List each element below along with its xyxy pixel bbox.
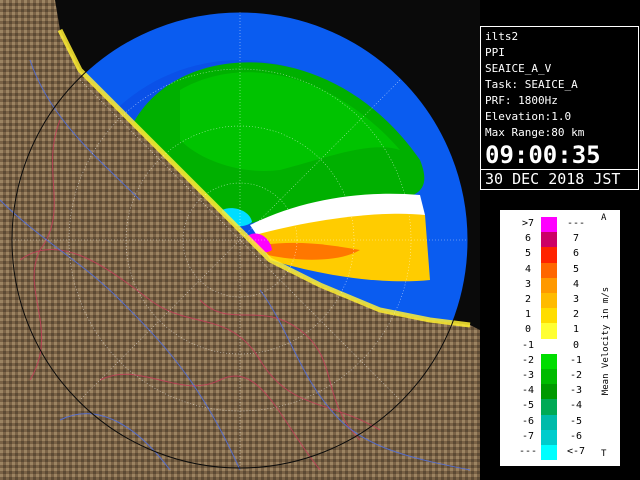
legend-lower-label: -3 [521, 370, 535, 381]
legend-lower-label: -6 [521, 415, 535, 427]
legend-lower-label: -5 [521, 400, 535, 412]
legend-lower-label: -2 [521, 354, 535, 366]
legend-swatch [541, 217, 557, 233]
legend-title-wrap: Mean Velocity in m/s [597, 251, 615, 431]
legend-lower-label: -4 [521, 385, 535, 397]
legend-upper-label: --- [566, 218, 586, 229]
legend-swatch [541, 399, 557, 415]
legend-upper-label: 3 [572, 294, 580, 305]
legend-swatch [541, 262, 557, 278]
legend-swatch [541, 445, 557, 461]
legend-swatch [541, 277, 557, 293]
legend-upper-label: -4 [569, 400, 583, 412]
legend-upper-label: 6 [572, 248, 580, 260]
legend-lower-label: 6 [524, 233, 532, 245]
legend-lower-label: 5 [524, 248, 532, 260]
scan-time: 09:00:35 [485, 141, 601, 169]
legend-swatch [541, 414, 557, 430]
velocity-legend: >7 --- 6 7 5 6 4 5 3 4 2 3 1 2 0 1 -1 0 -2 -1 -3 -2 -4 -3 -5 -4 -6… [500, 210, 620, 466]
legend-swatch [541, 308, 557, 324]
legend-swatch [541, 353, 557, 369]
legend-corner-top: A [601, 213, 607, 223]
info-line-prf: PRF: 1800Hz [485, 94, 558, 107]
legend-swatch [541, 338, 557, 354]
legend-swatch [541, 369, 557, 385]
legend-upper-label: 4 [572, 278, 580, 290]
legend-upper-label: 5 [572, 263, 580, 275]
legend-title: Mean Velocity in m/s [601, 286, 611, 396]
legend-upper-label: -3 [569, 385, 583, 397]
scan-date: 30 DEC 2018 JST [481, 169, 638, 188]
legend-upper-label: -5 [569, 415, 583, 427]
legend-swatch [541, 293, 557, 309]
legend-swatch [541, 323, 557, 339]
legend-upper-label: 0 [572, 339, 580, 351]
info-line-scan: PPI [485, 46, 505, 59]
legend-lower-label: 3 [524, 278, 532, 290]
legend-upper-label: <-7 [566, 446, 586, 457]
legend-lower-label: 1 [524, 309, 532, 321]
legend-upper-label: -1 [569, 354, 583, 366]
info-line-site: ilts2 [485, 30, 519, 43]
legend-lower-label: --- [518, 446, 538, 457]
legend-lower-label: >7 [521, 218, 535, 229]
info-line-task: Task: SEAICE_A [485, 78, 578, 91]
info-panel: ilts2 PPI SEAICE_A_V Task: SEAICE_A PRF:… [480, 26, 639, 190]
legend-lower-label: -7 [521, 430, 535, 442]
legend-swatch [541, 247, 557, 263]
info-line-elevation: Elevation:1.0 [485, 110, 572, 123]
legend-upper-label: -2 [569, 370, 583, 381]
info-line-product: SEAICE_A_V [485, 62, 552, 75]
legend-lower-label: -1 [521, 339, 535, 351]
legend-corner-bottom: T [601, 449, 607, 459]
legend-upper-label: 1 [572, 324, 580, 336]
legend-upper-label: 7 [572, 233, 580, 245]
legend-swatch [541, 232, 557, 248]
legend-swatch [541, 384, 557, 400]
legend-lower-label: 2 [524, 294, 532, 305]
legend-lower-label: 4 [524, 263, 532, 275]
legend-upper-label: -6 [569, 430, 583, 442]
legend-swatch [541, 429, 557, 445]
radar-ppi-display[interactable] [0, 0, 480, 480]
info-line-range: Max Range:80 km [485, 126, 585, 139]
legend-lower-label: 0 [524, 324, 532, 336]
legend-upper-label: 2 [572, 309, 580, 321]
